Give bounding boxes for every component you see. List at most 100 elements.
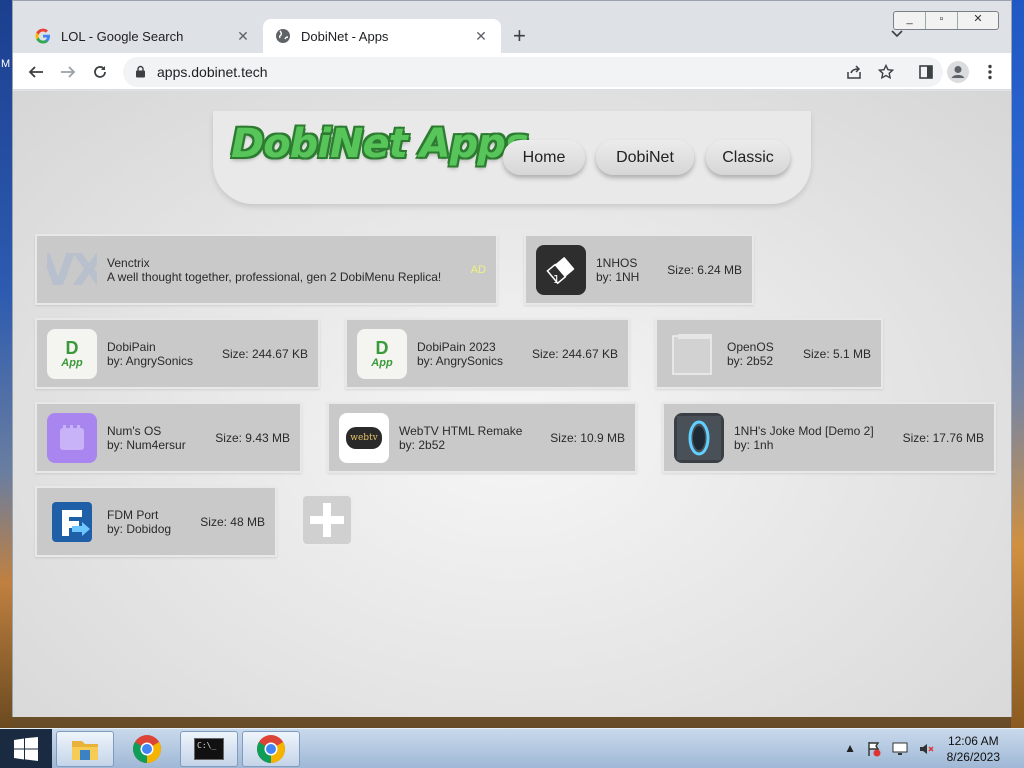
new-tab-button[interactable]: + <box>513 25 526 47</box>
tab-strip: _ ▫ ✕ LOL - Google Search ✕ DobiNet - Ap… <box>13 1 1011 53</box>
close-tab-icon[interactable]: ✕ <box>473 28 489 45</box>
windows-logo-icon <box>14 737 38 761</box>
ad-description: A well thought together, professional, g… <box>107 270 442 284</box>
cmd-icon: C:\_ <box>194 738 224 760</box>
address-bar[interactable]: apps.dobinet.tech <box>123 57 943 87</box>
app-card[interactable]: D App DobiPain 2023 by: AngrySonics Size… <box>345 318 630 389</box>
nav-dobinet-button[interactable]: DobiNet <box>596 140 694 175</box>
dobipain-icon: D App <box>357 329 407 379</box>
url-text: apps.dobinet.tech <box>157 64 268 80</box>
tab-search-chevron-icon[interactable] <box>891 27 903 41</box>
tab-google-search[interactable]: LOL - Google Search ✕ <box>23 19 263 53</box>
ad-badge: AD <box>470 264 486 276</box>
start-button[interactable] <box>0 729 52 768</box>
chrome-icon <box>257 735 285 763</box>
app-author: by: 2b52 <box>727 354 774 368</box>
taskbar: C:\_ ▲ 12:06 AM 8/26/2023 <box>0 728 1024 768</box>
taskbar-cmd[interactable]: C:\_ <box>180 731 238 767</box>
maximize-button[interactable]: ▫ <box>926 12 958 29</box>
bookmark-star-icon[interactable] <box>873 59 899 85</box>
show-hidden-icons-icon[interactable]: ▲ <box>844 741 856 757</box>
dobipain-icon-sub: App <box>371 357 393 369</box>
app-card[interactable]: FDM Port by: Dobidog Size: 48 MB <box>35 486 277 557</box>
purple-folder-icon <box>47 413 97 463</box>
dobipain-icon-letter: D <box>375 338 389 358</box>
lock-icon[interactable] <box>135 65 146 83</box>
browser-window: _ ▫ ✕ LOL - Google Search ✕ DobiNet - Ap… <box>12 0 1012 717</box>
app-card[interactable]: 1NH's Joke Mod [Demo 2] by: 1nh Size: 17… <box>662 402 996 473</box>
close-tab-icon[interactable]: ✕ <box>235 28 251 45</box>
share-icon[interactable] <box>841 59 867 85</box>
app-name: OpenOS <box>727 340 774 354</box>
globe-icon <box>275 28 291 44</box>
taskbar-clock[interactable]: 12:06 AM 8/26/2023 <box>947 733 1000 765</box>
volume-muted-icon[interactable] <box>918 741 934 757</box>
profile-avatar-icon[interactable] <box>945 59 971 85</box>
ad-card-venctrix[interactable]: VX Venctrix A well thought together, pro… <box>35 234 498 305</box>
action-center-flag-icon[interactable] <box>866 741 882 757</box>
folder-icon <box>72 741 98 760</box>
app-size: Size: 9.43 MB <box>215 431 290 445</box>
app-name: 1NHOS <box>596 256 638 270</box>
more-menu-icon[interactable] <box>977 59 1003 85</box>
webtv-icon-text: webtv <box>350 433 378 443</box>
svg-text:1: 1 <box>553 273 560 286</box>
app-size: Size: 6.24 MB <box>667 263 742 277</box>
add-app-button[interactable] <box>301 494 353 546</box>
app-name: WebTV HTML Remake <box>399 424 523 438</box>
dobipain-icon-letter: D <box>65 338 79 358</box>
plus-icon <box>310 503 344 537</box>
app-author: by: 1NH <box>596 270 640 284</box>
tab-title: DobiNet - Apps <box>301 28 389 44</box>
app-name: 1NH's Joke Mod [Demo 2] <box>734 424 874 438</box>
taskbar-file-explorer[interactable] <box>56 731 114 767</box>
taskbar-chrome-2[interactable] <box>242 731 300 767</box>
dobipain-icon-sub: App <box>61 357 83 369</box>
app-author: by: 2b52 <box>399 438 446 452</box>
ad-name: Venctrix <box>107 256 150 270</box>
window-controls: _ ▫ ✕ <box>893 11 999 30</box>
window-icon <box>667 329 717 379</box>
site-logo[interactable]: DobiNet Apps <box>231 121 529 167</box>
dobipain-icon: D App <box>47 329 97 379</box>
app-card[interactable]: Num's OS by: Num4ersur Size: 9.43 MB <box>35 402 302 473</box>
desktop-edge-text: M <box>1 58 11 70</box>
tab-dobinet-apps[interactable]: DobiNet - Apps ✕ <box>263 19 501 53</box>
venctrix-logo-icon: VX <box>47 245 97 295</box>
page-viewport: DobiNet Apps Home DobiNet Classic VX Ven… <box>13 91 1011 717</box>
1nhos-icon: 1 <box>536 245 586 295</box>
app-author: by: AngrySonics <box>107 354 194 368</box>
nav-classic-button[interactable]: Classic <box>706 140 790 175</box>
app-size: Size: 244.67 KB <box>531 347 618 361</box>
app-name: DobiPain 2023 <box>417 340 496 354</box>
app-size: Size: 5.1 MB <box>802 347 871 361</box>
back-arrow-icon[interactable] <box>23 59 49 85</box>
app-author: by: Num4ersur <box>107 438 186 452</box>
venctrix-logo-text: VX <box>47 245 97 295</box>
app-author: by: 1nh <box>734 438 774 452</box>
portal-icon <box>674 413 724 463</box>
network-icon[interactable] <box>892 741 908 757</box>
side-panel-icon[interactable] <box>913 59 939 85</box>
app-card[interactable]: D App DobiPain by: AngrySonics Size: 244… <box>35 318 320 389</box>
app-card[interactable]: webtv WebTV HTML Remake by: 2b52 Size: 1… <box>327 402 637 473</box>
nav-home-button[interactable]: Home <box>503 140 585 175</box>
close-window-button[interactable]: ✕ <box>958 12 998 29</box>
app-size: Size: 48 MB <box>200 515 265 529</box>
app-author: by: Dobidog <box>107 522 172 536</box>
reload-icon[interactable] <box>87 59 113 85</box>
taskbar-chrome-1[interactable] <box>118 731 176 767</box>
forward-arrow-icon[interactable] <box>55 59 81 85</box>
app-author: by: AngrySonics <box>417 354 504 368</box>
app-card[interactable]: OpenOS by: 2b52 Size: 5.1 MB <box>655 318 883 389</box>
browser-toolbar: apps.dobinet.tech <box>13 53 1011 90</box>
app-card[interactable]: 1 1NHOS by: 1NH Size: 6.24 MB <box>524 234 754 305</box>
tab-title: LOL - Google Search <box>61 28 184 44</box>
google-icon <box>35 28 51 44</box>
fdm-icon <box>47 497 97 547</box>
desktop-right-edge <box>1011 0 1024 728</box>
app-name: DobiPain <box>107 340 156 354</box>
app-name: FDM Port <box>107 508 159 522</box>
clock-time: 12:06 AM <box>947 734 999 748</box>
app-name: Num's OS <box>107 424 162 438</box>
